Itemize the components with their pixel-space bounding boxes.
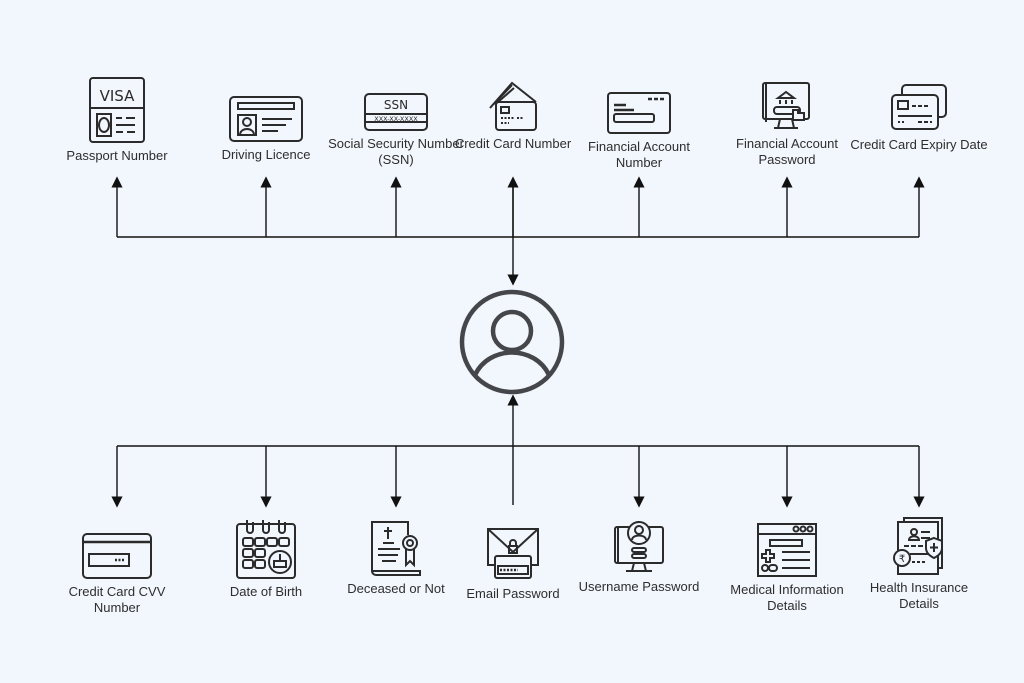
node-passport-number: VISA Passport Number <box>47 76 187 164</box>
node-date-of-birth: Date of Birth <box>196 516 336 600</box>
node-label: Credit Card Number <box>454 136 572 151</box>
svg-text:XXX-XX-XXXX: XXX-XX-XXXX <box>374 115 418 123</box>
node-label: Email Password <box>466 586 560 601</box>
ssn-card-icon: SSN XXX-XX-XXXX <box>364 93 428 131</box>
stacked-cards-icon <box>891 84 947 130</box>
email-lock-icon <box>487 528 539 579</box>
svg-text:₹: ₹ <box>899 554 905 565</box>
medical-record-icon <box>757 523 817 577</box>
node-label: Username Password <box>578 579 700 594</box>
node-label: Credit Card Expiry Date <box>850 137 988 152</box>
card-cvv-icon <box>82 533 152 579</box>
node-label: Financial Account Number <box>588 139 690 170</box>
node-credit-card-number: Credit Card Number <box>443 80 583 152</box>
account-card-icon <box>607 92 671 134</box>
node-financial-account-password: Financial Account Password <box>717 80 857 168</box>
node-credit-card-cvv: Credit Card CVV Number <box>47 532 187 616</box>
node-label: Medical Information Details <box>730 582 844 613</box>
svg-text:VISA: VISA <box>100 87 135 105</box>
node-financial-account-number: Financial Account Number <box>569 91 709 171</box>
node-label: Credit Card CVV Number <box>68 584 166 615</box>
node-credit-card-expiry: Credit Card Expiry Date <box>849 83 989 153</box>
node-label: Passport Number <box>66 148 168 163</box>
health-insurance-doc-icon: ₹ <box>893 517 943 575</box>
birthday-calendar-icon <box>236 520 296 579</box>
user-avatar-icon <box>459 289 565 395</box>
node-label: Health Insurance Details <box>869 580 969 611</box>
node-label: Financial Account Password <box>736 136 838 167</box>
node-label: Driving Licence <box>221 147 311 162</box>
credit-cards-icon <box>489 81 537 131</box>
node-label: Date of Birth <box>229 584 303 599</box>
node-health-insurance: ₹ Health Insurance Details <box>849 516 989 612</box>
id-card-icon <box>229 96 303 142</box>
node-driving-licence: Driving Licence <box>196 95 336 163</box>
visa-passport-icon: VISA <box>89 77 145 143</box>
user-monitor-icon <box>614 521 664 572</box>
node-medical-information: Medical Information Details <box>717 522 857 614</box>
node-email-password: Email Password <box>443 526 583 602</box>
svg-text:SSN: SSN <box>384 98 408 112</box>
node-username-password: Username Password <box>569 519 709 595</box>
bank-login-monitor-icon <box>762 82 810 129</box>
death-certificate-icon <box>371 521 421 576</box>
